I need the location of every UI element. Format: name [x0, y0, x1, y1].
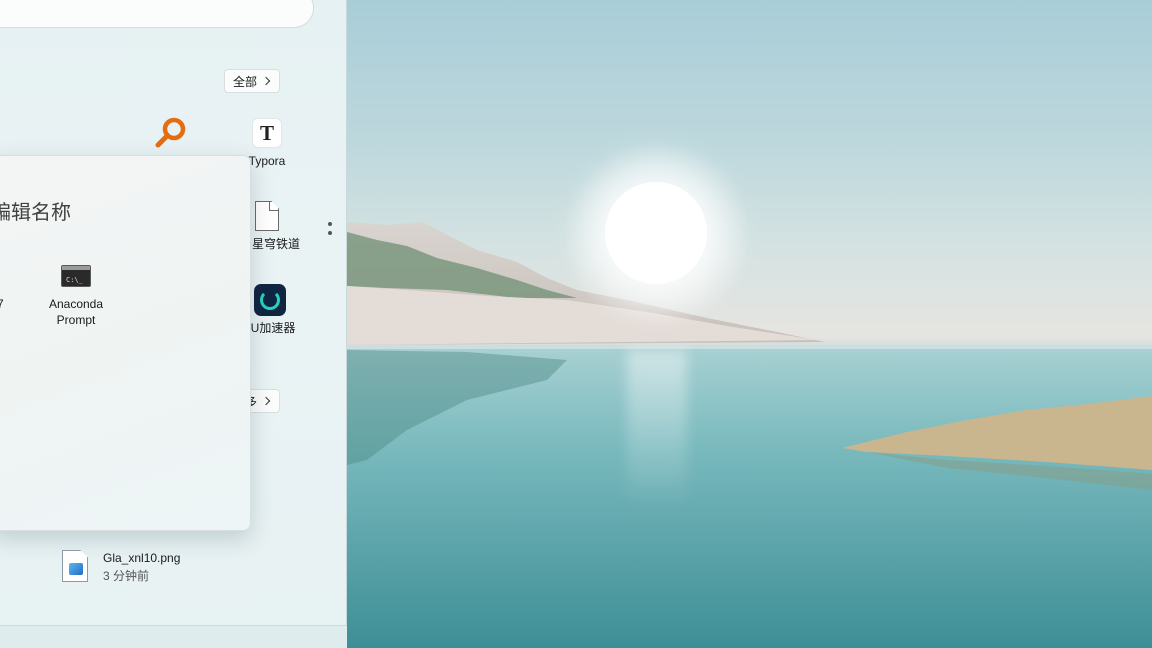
start-menu-footer: [0, 625, 347, 648]
folder-name-field[interactable]: 编辑名称: [0, 196, 71, 225]
recommended-item[interactable]: Gla_xnl10.png 3 分钟前: [62, 548, 262, 586]
app-label: 星穹铁道: [251, 237, 300, 251]
app-label-line2: Prompt: [56, 313, 96, 327]
app-label-line1: Anaconda: [48, 297, 104, 311]
sun: [605, 182, 707, 284]
typora-icon: T: [252, 118, 282, 148]
all-apps-label: 全部: [233, 74, 258, 89]
magnifier-icon: [155, 117, 186, 148]
folder-popup: 编辑名称 l 7 Anaconda Prompt: [0, 155, 251, 531]
page-dots-indicator[interactable]: [328, 222, 334, 240]
app-label: U加速器: [250, 321, 296, 335]
search-input[interactable]: [0, 0, 314, 28]
terminal-icon: [61, 265, 91, 288]
uu-accelerator-icon: [254, 284, 286, 316]
landscape-illustration: [347, 222, 1152, 648]
all-apps-button[interactable]: 全部: [224, 69, 281, 93]
partial-app-label: l 7: [0, 297, 4, 311]
recommended-item-name: Gla_xnl10.png: [103, 551, 181, 565]
chevron-right-icon: [261, 76, 271, 86]
desktop-wallpaper: [347, 0, 1152, 648]
search-app-icon[interactable]: [154, 116, 188, 150]
app-label: Typora: [248, 154, 286, 168]
sun-reflection: [627, 350, 687, 510]
image-file-icon: [62, 550, 88, 582]
recommended-item-time: 3 分钟前: [103, 569, 150, 583]
folder-app-anaconda-prompt[interactable]: Anaconda Prompt: [38, 260, 114, 328]
file-icon: [255, 201, 279, 231]
start-menu: 全部 T Typora 星穹铁道 U加速器 多 编辑名称 l 7 Anacond…: [0, 0, 347, 648]
chevron-right-icon: [261, 396, 271, 406]
